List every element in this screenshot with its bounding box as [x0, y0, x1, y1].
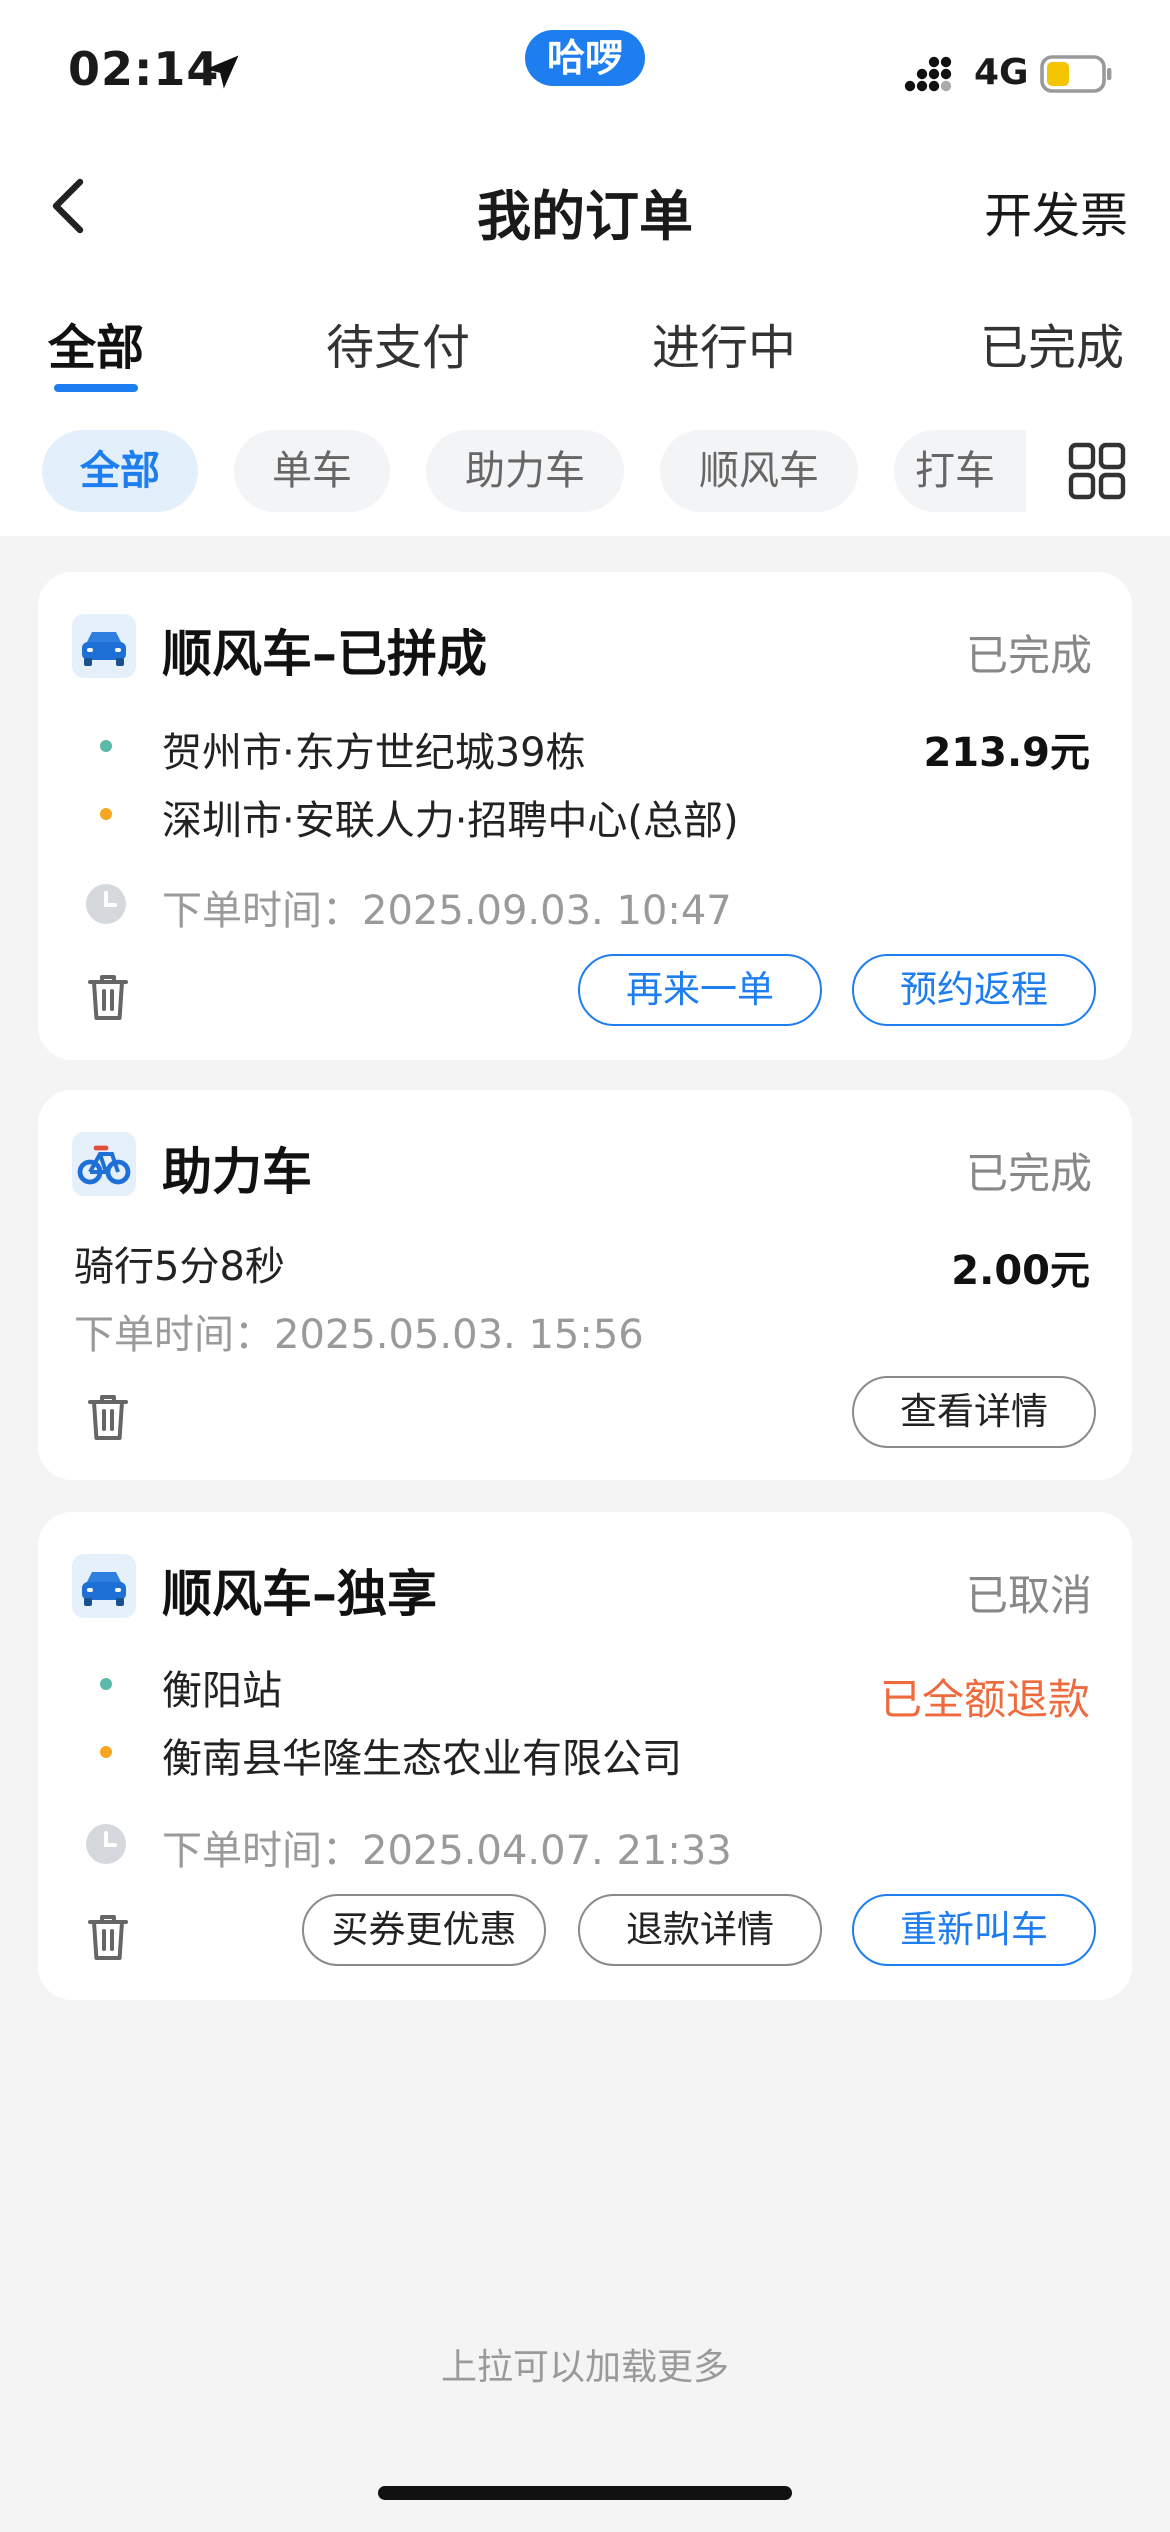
order-card[interactable]: 助力车 已完成 骑行5分8秒 2.00元 下单时间：2025.05.03. 15… — [38, 1090, 1132, 1480]
order-time-label: 下单时间： — [162, 888, 362, 934]
load-more-hint: 上拉可以加载更多 — [440, 2347, 729, 2388]
chip-carpool[interactable]: 顺风车 — [660, 430, 858, 512]
view-details-button[interactable]: 查看详情 — [852, 1376, 1096, 1448]
tab-in-progress[interactable]: 进行中 — [652, 308, 796, 378]
chip-all[interactable]: 全部 — [42, 430, 198, 512]
refund-details-button[interactable]: 退款详情 — [578, 1894, 822, 1966]
start-address: 衡阳站 — [162, 1668, 282, 1714]
chip-taxi[interactable]: 打车 — [894, 430, 1026, 512]
home-indicator[interactable] — [378, 2486, 792, 2500]
order-time-value: 2025.05.03. 15:56 — [274, 1312, 644, 1358]
car-icon — [72, 614, 136, 678]
end-dot — [100, 1746, 112, 1758]
network-label: 4G — [974, 52, 1029, 93]
tab-completed[interactable]: 已完成 — [980, 308, 1124, 378]
reorder-button[interactable]: 再来一单 — [578, 954, 822, 1026]
chip-ebike[interactable]: 助力车 — [426, 430, 624, 512]
active-tab-indicator — [54, 384, 138, 392]
order-title: 顺风车–已拼成 — [162, 625, 487, 683]
invoice-button[interactable]: 开发票 — [984, 176, 1128, 246]
signal-icon — [904, 56, 952, 92]
order-status: 已完成 — [965, 631, 1092, 680]
car-icon — [72, 1554, 136, 1618]
start-address: 贺州市·东方世纪城39栋 — [162, 730, 586, 776]
order-time-label: 下单时间： — [74, 1312, 274, 1358]
start-dot — [100, 1678, 112, 1690]
start-dot — [100, 740, 112, 752]
chip-bike[interactable]: 单车 — [234, 430, 390, 512]
tab-pending-payment[interactable]: 待支付 — [326, 308, 470, 378]
buy-coupon-button[interactable]: 买券更优惠 — [302, 1894, 546, 1966]
trash-icon[interactable] — [84, 1910, 132, 1962]
tab-all[interactable]: 全部 — [48, 308, 144, 378]
bike-icon — [72, 1132, 136, 1196]
order-card[interactable]: 顺风车–已拼成 已完成 贺州市·东方世纪城39栋 213.9元 深圳市·安联人力… — [38, 572, 1132, 1060]
clock-icon — [86, 1824, 126, 1864]
order-status: 已完成 — [965, 1149, 1092, 1198]
order-time-value: 2025.09.03. 10:47 — [362, 888, 732, 934]
order-title: 顺风车–独享 — [162, 1565, 437, 1623]
end-address: 衡南县华隆生态农业有限公司 — [162, 1736, 682, 1782]
order-price: 213.9元 — [923, 730, 1090, 776]
order-card[interactable]: 顺风车–独享 已取消 衡阳站 已全额退款 衡南县华隆生态农业有限公司 下单时间：… — [38, 1512, 1132, 2000]
refund-status: 已全额退款 — [879, 1675, 1090, 1724]
clock-icon — [86, 884, 126, 924]
order-time-value: 2025.04.07. 21:33 — [362, 1828, 732, 1874]
trash-icon[interactable] — [84, 970, 132, 1022]
ride-duration: 骑行5分8秒 — [74, 1244, 285, 1290]
grid-menu-icon[interactable] — [1068, 442, 1126, 500]
location-arrow-icon — [205, 55, 239, 89]
status-time: 02:14 — [68, 42, 220, 96]
book-return-button[interactable]: 预约返程 — [852, 954, 1096, 1026]
order-status: 已取消 — [965, 1571, 1092, 1620]
trash-icon[interactable] — [84, 1390, 132, 1442]
order-title: 助力车 — [162, 1143, 312, 1201]
end-address: 深圳市·安联人力·招聘中心(总部) — [162, 798, 739, 844]
end-dot — [100, 808, 112, 820]
recall-car-button[interactable]: 重新叫车 — [852, 1894, 1096, 1966]
order-price: 2.00元 — [951, 1248, 1090, 1294]
order-time-label: 下单时间： — [162, 1828, 362, 1874]
battery-icon — [1040, 55, 1112, 93]
app-pill[interactable]: 哈啰 — [525, 30, 645, 86]
